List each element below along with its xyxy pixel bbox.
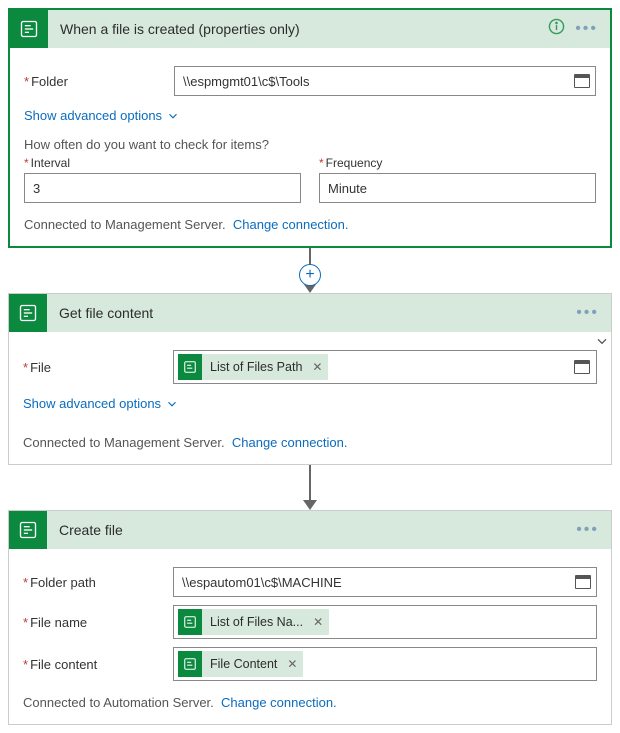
connection-status: Connected to Management Server. Change c… (23, 435, 597, 450)
createfile-card: Create file ••• *Folder path *File name … (8, 510, 612, 725)
folderpath-input[interactable] (173, 567, 597, 597)
connector-1: + (8, 248, 612, 293)
folder-picker-icon[interactable] (575, 575, 591, 589)
interval-input[interactable] (24, 173, 301, 203)
createfile-header[interactable]: Create file ••• (9, 511, 611, 549)
change-connection-link[interactable]: Change connection. (232, 435, 348, 450)
folder-picker-icon[interactable] (574, 74, 590, 88)
connection-status: Connected to Management Server. Change c… (24, 217, 596, 232)
trigger-title: When a file is created (properties only) (48, 21, 548, 37)
filename-label: *File name (23, 615, 173, 630)
close-icon[interactable]: ✕ (312, 360, 322, 374)
folderpath-label: *Folder path (23, 575, 173, 590)
token-label: List of Files Na... (210, 615, 303, 629)
filecontent-label: *File content (23, 657, 173, 672)
close-icon[interactable]: ✕ (287, 657, 297, 671)
show-advanced-link[interactable]: Show advanced options (24, 108, 180, 123)
file-label: *File (23, 360, 173, 375)
change-connection-link[interactable]: Change connection. (221, 695, 337, 710)
more-icon[interactable]: ••• (576, 521, 599, 539)
more-icon[interactable]: ••• (575, 20, 598, 38)
add-step-button[interactable]: + (299, 264, 321, 286)
filesystem-icon (10, 10, 48, 48)
folder-input[interactable] (174, 66, 596, 96)
filesystem-icon (178, 651, 202, 677)
filesystem-icon (178, 609, 202, 635)
show-advanced-link[interactable]: Show advanced options (23, 396, 179, 411)
change-connection-link[interactable]: Change connection. (233, 217, 349, 232)
filecontent-token[interactable]: File Content ✕ (178, 651, 303, 677)
filename-token[interactable]: List of Files Na... ✕ (178, 609, 329, 635)
more-icon[interactable]: ••• (576, 304, 599, 322)
interval-label: *Interval (24, 156, 301, 170)
folder-label: *Folder (24, 74, 174, 89)
createfile-title: Create file (47, 522, 576, 538)
folder-picker-icon[interactable] (574, 360, 590, 374)
token-label: List of Files Path (210, 360, 302, 374)
connector-2 (8, 465, 612, 510)
info-icon[interactable] (548, 18, 565, 40)
filecontent-input[interactable]: File Content ✕ (173, 647, 597, 681)
filesystem-icon (9, 511, 47, 549)
recurrence-prompt: How often do you want to check for items… (24, 137, 596, 152)
frequency-label: *Frequency (319, 156, 596, 170)
trigger-header[interactable]: When a file is created (properties only)… (10, 10, 610, 48)
filesystem-icon (9, 294, 47, 332)
close-icon[interactable]: ✕ (313, 615, 323, 629)
getfile-header[interactable]: Get file content ••• (9, 294, 611, 332)
filesystem-icon (178, 354, 202, 380)
frequency-select[interactable]: Minute (319, 173, 596, 203)
file-token[interactable]: List of Files Path ✕ (178, 354, 328, 380)
filename-input[interactable]: List of Files Na... ✕ (173, 605, 597, 639)
file-input[interactable]: List of Files Path ✕ (173, 350, 597, 384)
connection-status: Connected to Automation Server. Change c… (23, 695, 597, 710)
getfile-title: Get file content (47, 305, 576, 321)
trigger-card: When a file is created (properties only)… (8, 8, 612, 248)
token-label: File Content (210, 657, 277, 671)
getfile-card: Get file content ••• *File List of Files… (8, 293, 612, 465)
